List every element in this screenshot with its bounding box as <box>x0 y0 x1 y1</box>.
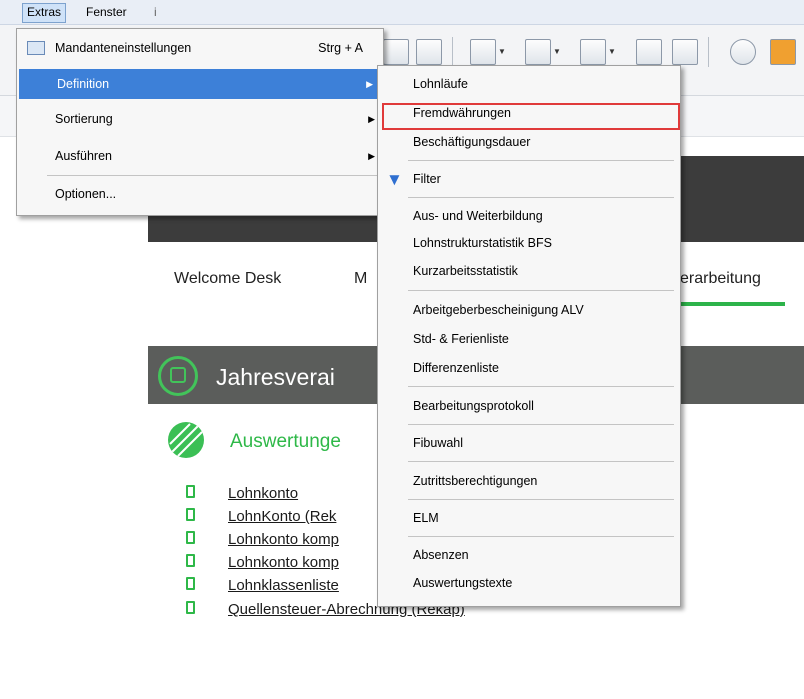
toolbar-separator <box>452 37 453 67</box>
menu-item-label: Aus- und Weiterbildung <box>413 209 543 223</box>
menu-item-label: Mandanteneinstellungen <box>55 41 192 55</box>
menu-item-label: Std- & Ferienliste <box>413 332 509 346</box>
copy-icon[interactable] <box>672 39 698 65</box>
menu-item-bearbeitungsprotokoll[interactable]: Bearbeitungsprotokoll <box>378 392 680 420</box>
menu-item-zutritt[interactable]: Zutrittsberechtigungen <box>378 467 680 495</box>
document-icon <box>186 485 195 498</box>
annotation-highlight-box <box>382 103 680 130</box>
menu-separator <box>408 536 674 537</box>
menu-item-kurzarbeit[interactable]: Kurzarbeitsstatistik <box>378 257 680 285</box>
menu-item-lohnlaeufe[interactable]: Lohnläufe <box>378 70 680 98</box>
menu-item-label: Lohnläufe <box>413 77 468 91</box>
menu-separator <box>408 424 674 425</box>
shortcut-label: Strg + A <box>318 41 363 55</box>
user-icon[interactable] <box>770 39 796 65</box>
menu-item-aus-weiterbildung[interactable]: Aus- und Weiterbildung <box>378 202 680 230</box>
nav-verarbeitung[interactable]: erarbeitung <box>680 270 761 288</box>
settings-icon <box>27 41 45 55</box>
menu-more[interactable]: i <box>150 3 161 21</box>
image-icon[interactable] <box>636 39 662 65</box>
document-icon <box>186 531 195 544</box>
menu-fenster[interactable]: Fenster <box>82 3 131 21</box>
menu-item-label: Definition <box>57 77 110 91</box>
menu-item-auswertungstexte[interactable]: Auswertungstexte <box>378 569 680 597</box>
menu-separator <box>408 386 674 387</box>
menu-separator <box>408 290 674 291</box>
menu-bar: Extras Fenster i <box>0 0 804 25</box>
report-link[interactable]: Lohnklassenliste <box>228 577 339 594</box>
menu-item-fibuwahl[interactable]: Fibuwahl <box>378 429 680 457</box>
menu-separator <box>408 461 674 462</box>
menu-item-label: Ausführen <box>55 149 112 163</box>
menu-item-label: ELM <box>413 511 439 525</box>
nav-welcome-desk[interactable]: Welcome Desk <box>174 270 281 288</box>
chevron-down-icon[interactable]: ▼ <box>553 47 561 56</box>
menu-item-ausfuehren[interactable]: Ausführen ▶ <box>17 141 383 171</box>
menu-item-std-ferien[interactable]: Std- & Ferienliste <box>378 325 680 353</box>
menu-item-label: Sortierung <box>55 112 113 126</box>
menu-item-mandanteneinstellungen[interactable]: Mandanteneinstellungen Strg + A <box>17 33 383 63</box>
menu-item-label: Zutrittsberechtigungen <box>413 474 538 488</box>
disconnect-icon[interactable] <box>730 39 756 65</box>
menu-item-arbeitgeber-alv[interactable]: Arbeitgeberbescheinigung ALV <box>378 296 680 324</box>
report-icon[interactable] <box>470 39 496 65</box>
document-icon <box>186 577 195 590</box>
chart-tool-icon[interactable] <box>383 39 409 65</box>
calendar-icon <box>170 367 186 383</box>
document-icon <box>186 554 195 567</box>
report-link[interactable]: LohnKonto (Rek <box>228 508 336 525</box>
menu-item-label: Absenzen <box>413 548 469 562</box>
menu-extras[interactable]: Extras <box>22 3 67 23</box>
menu-item-optionen[interactable]: Optionen... <box>17 179 383 209</box>
menu-item-label: Kurzarbeitsstatistik <box>413 264 518 278</box>
menu-separator <box>47 175 379 176</box>
report-link[interactable]: Lohnkonto komp <box>228 554 339 571</box>
nav-tab-m[interactable]: M <box>354 270 367 288</box>
reports-icon <box>168 422 204 458</box>
submenu-arrow-icon: ▶ <box>368 151 375 161</box>
menu-item-label: Fibuwahl <box>413 436 464 450</box>
menu-item-absenzen[interactable]: Absenzen <box>378 541 680 569</box>
house-icon[interactable] <box>416 39 442 65</box>
menu-separator <box>408 197 674 198</box>
menu-item-definition[interactable]: Definition ▶ <box>19 69 381 99</box>
extras-menu: Mandanteneinstellungen Strg + A Definiti… <box>16 28 384 216</box>
report-icon[interactable] <box>525 39 551 65</box>
section-title: Jahresverai <box>216 364 335 390</box>
menu-item-differenzen[interactable]: Differenzenliste <box>378 354 680 382</box>
menu-item-label: Arbeitgeberbescheinigung ALV <box>413 303 584 317</box>
submenu-arrow-icon: ▶ <box>368 114 375 124</box>
reports-title: Auswertunge <box>230 431 341 452</box>
menu-separator <box>408 160 674 161</box>
chevron-down-icon[interactable]: ▼ <box>608 47 616 56</box>
menu-item-label: Auswertungstexte <box>413 576 513 590</box>
filter-icon: ▼ <box>386 170 403 189</box>
report-link[interactable]: Lohnkonto komp <box>228 531 339 548</box>
menu-item-label: Filter <box>413 172 441 186</box>
menu-item-sortierung[interactable]: Sortierung ▶ <box>17 104 383 134</box>
menu-item-label: Bearbeitungsprotokoll <box>413 399 534 413</box>
definition-submenu: Lohnläufe Fremdwährungen Beschäftigungsd… <box>377 65 681 607</box>
submenu-arrow-icon: ▶ <box>366 79 373 89</box>
menu-item-label: Lohnstrukturstatistik BFS <box>413 236 552 250</box>
toolbar-separator <box>708 37 709 67</box>
menu-separator <box>408 499 674 500</box>
menu-item-label: Beschäftigungsdauer <box>413 135 531 149</box>
document-icon <box>186 508 195 521</box>
menu-item-elm[interactable]: ELM <box>378 504 680 532</box>
report-link[interactable]: Lohnkonto <box>228 485 298 502</box>
menu-item-filter[interactable]: ▼ Filter <box>378 165 680 193</box>
menu-item-label: Differenzenliste <box>413 361 499 375</box>
chevron-down-icon[interactable]: ▼ <box>498 47 506 56</box>
document-icon <box>186 601 195 614</box>
report-icon[interactable] <box>580 39 606 65</box>
menu-item-beschaeftigungsdauer[interactable]: Beschäftigungsdauer <box>378 128 680 156</box>
menu-item-lohnstruktur[interactable]: Lohnstrukturstatistik BFS <box>378 229 680 257</box>
menu-item-label: Optionen... <box>55 187 117 201</box>
